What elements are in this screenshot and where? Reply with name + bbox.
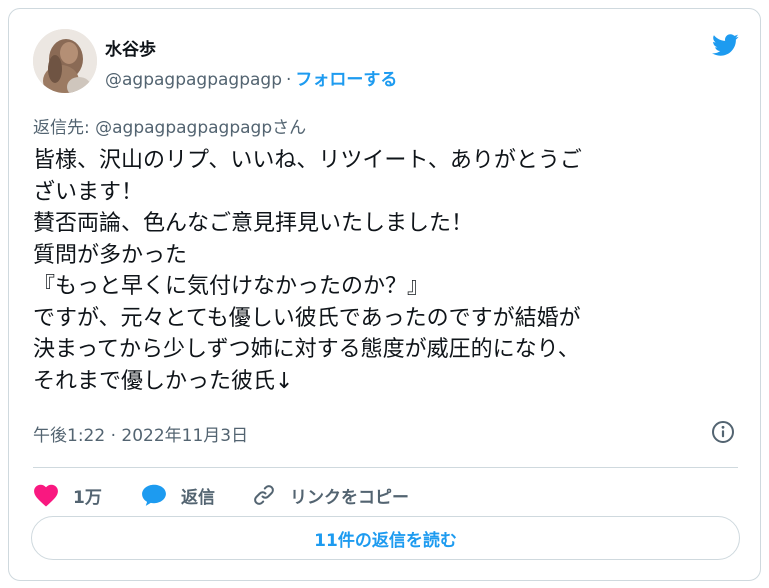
- twitter-bird-icon[interactable]: [709, 31, 741, 59]
- follow-button[interactable]: フォローする: [295, 70, 397, 90]
- speech-bubble-icon: [142, 484, 166, 506]
- link-icon: [254, 485, 274, 505]
- tweet-card: 水谷歩 @agpagpagpagpagp · フォローする 返信先: @agpagp…: [8, 8, 761, 581]
- reply-button[interactable]: 返信: [141, 475, 215, 515]
- copy-link-label: リンクをコピー: [290, 487, 409, 508]
- copy-link-button[interactable]: リンクをコピー: [252, 475, 409, 515]
- divider: [33, 467, 738, 468]
- author-handle-row: @agpagpagpagpagp · フォローする: [105, 65, 397, 90]
- info-icon[interactable]: [711, 420, 735, 444]
- like-button[interactable]: 1万: [33, 475, 102, 515]
- tweet-text: 皆様、沢山のリプ、いいね、リツイート、ありがとうご ざいます！ 賛否両論、色んな…: [33, 148, 582, 394]
- reply-label: 返信: [181, 487, 215, 508]
- reply-to-label[interactable]: 返信先: @agpagpagpagpagpさん: [33, 113, 306, 138]
- read-replies-label: 11件の返信を読む: [314, 530, 457, 551]
- read-replies-button[interactable]: 11件の返信を読む: [31, 516, 740, 560]
- avatar-photo: [33, 29, 97, 93]
- separator-dot: ·: [286, 70, 292, 90]
- like-count: 1万: [73, 487, 102, 508]
- author-handle[interactable]: @agpagpagpagpagp: [105, 70, 282, 90]
- heart-icon: [34, 484, 58, 507]
- author-name[interactable]: 水谷歩: [105, 35, 156, 60]
- avatar[interactable]: [33, 29, 97, 93]
- tweet-timestamp[interactable]: 午後1:22 · 2022年11月3日: [33, 421, 248, 446]
